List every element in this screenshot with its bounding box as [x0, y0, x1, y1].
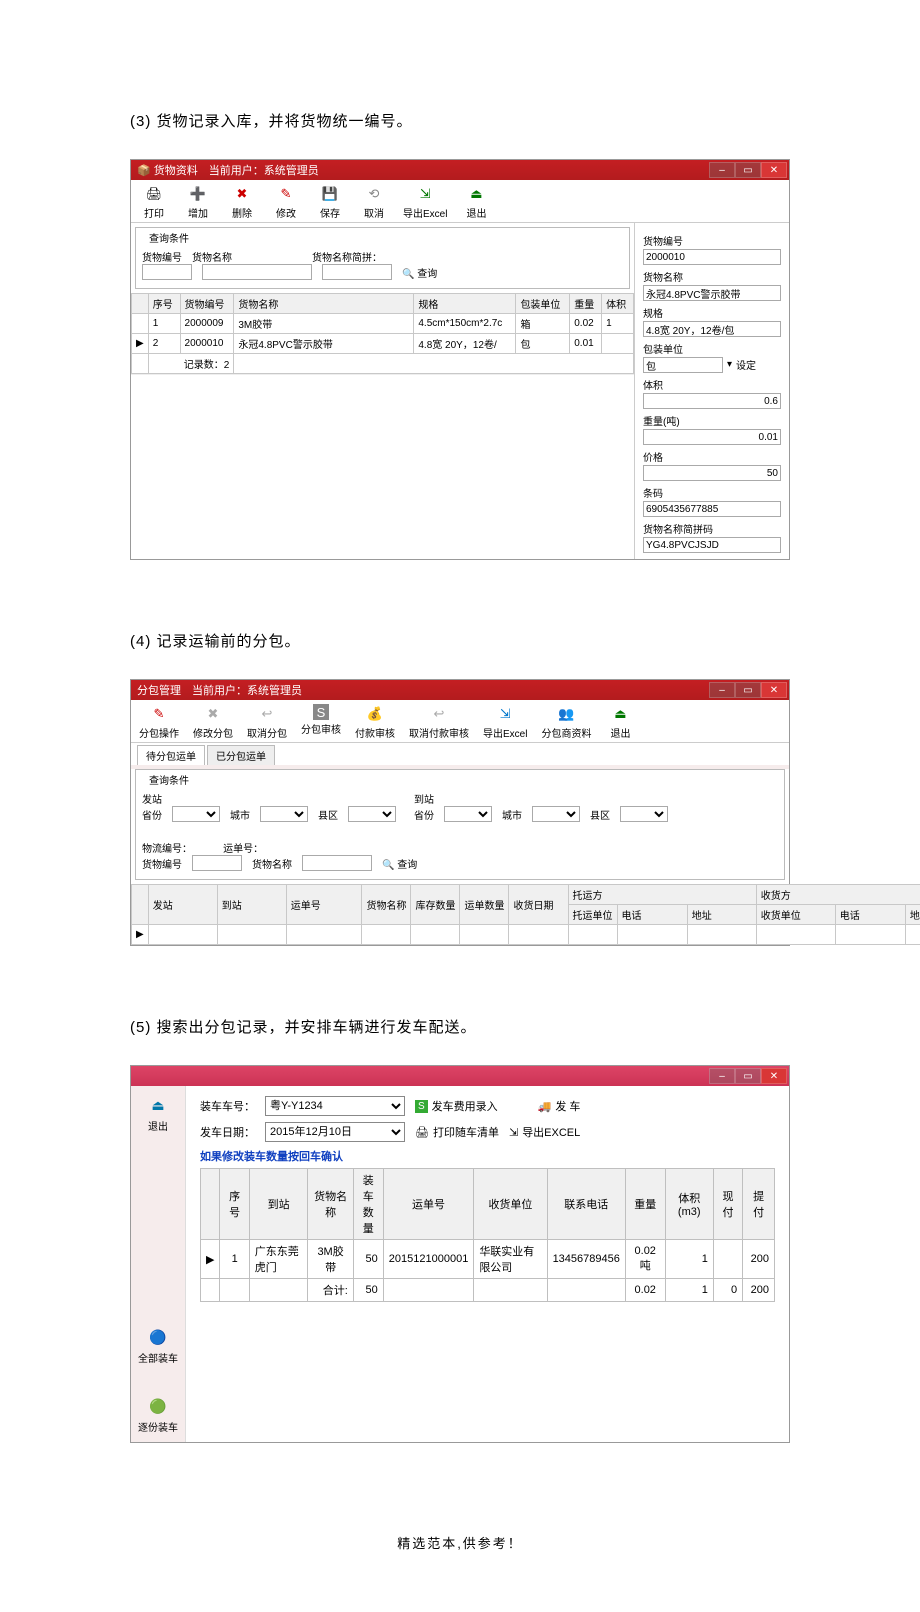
caption-5: (5) 搜索出分包记录，并安排车辆进行发车配送。 [130, 1016, 790, 1037]
table-row[interactable]: ▶22000010 永冠4.8PVC警示胶带4.8宽 20Y，12卷/包 0.0… [132, 334, 634, 354]
legend: 查询条件 [146, 230, 192, 245]
minimize-button[interactable]: – [709, 682, 735, 698]
tb-exit2[interactable]: ⏏退出 [605, 704, 635, 740]
f-spec[interactable] [643, 321, 781, 337]
lbl-pinyin: 货物名称简拼： [312, 249, 382, 264]
detail-form: 货物编号 货物名称 规格 包装单位 ▾ 设定 体积 重量(吨) 价格 条码 [634, 223, 789, 559]
f-weight[interactable] [643, 429, 781, 445]
subpack-table: 发站 到站 运单号 货物名称 库存数量 运单数量 收货日期 托运方 收货方 托运… [131, 884, 920, 945]
tb-pay[interactable]: 💰付款审核 [355, 704, 395, 740]
tb-audit[interactable]: S分包审核 [301, 704, 341, 736]
search-panel: 查询条件 货物编号 货物名称 货物名称简拼： 🔍 查询 [135, 227, 630, 289]
side-exit[interactable]: ⏏退出 [147, 1094, 169, 1133]
table-row[interactable]: ▶1广东东莞虎门 3M胶带502015121000001 华联实业有限公司134… [201, 1240, 775, 1279]
table-row[interactable]: ▶广东佛山南海广东东莞虎门 2015121000003M胶带50 502015/… [132, 925, 920, 945]
f-pinyin[interactable] [643, 537, 781, 553]
tb-mod[interactable]: ✖修改分包 [193, 704, 233, 740]
tb-cancel[interactable]: ⟲取消 [359, 184, 389, 220]
close-button[interactable]: ✕ [761, 162, 787, 178]
f-name[interactable] [643, 285, 781, 301]
titlebar-1: 📦 货物资料 当前用户：系统管理员 – ▭ ✕ [131, 160, 789, 180]
sel-date[interactable]: 2015年12月10日 [265, 1122, 405, 1142]
f-code[interactable] [643, 249, 781, 265]
title-icon: 📦 [137, 164, 151, 177]
sel-cs2[interactable] [532, 806, 580, 822]
toolbar-2: ✎分包操作 ✖修改分包 ↩取消分包 S分包审核 💰付款审核 ↩取消付款审核 ⇲导… [131, 700, 789, 743]
sel-xq1[interactable] [348, 806, 396, 822]
table-row[interactable]: 12000009 3M胶带4.5cm*150cm*2.7c箱 0.021 [132, 314, 634, 334]
tb-vendor[interactable]: 👥分包商资料 [541, 704, 591, 740]
btn-fee[interactable]: S发车费用录入 [415, 1098, 498, 1114]
tb-save[interactable]: 💾保存 [315, 184, 345, 220]
maximize-button[interactable]: ▭ [735, 162, 761, 178]
f-unit[interactable] [643, 357, 723, 373]
tb-cpay[interactable]: ↩取消付款审核 [409, 704, 469, 740]
sum-row: 合计: 50 0.021 0200 [201, 1279, 775, 1302]
tb-export2[interactable]: ⇲导出Excel [483, 704, 527, 740]
tb-add[interactable]: ➕增加 [183, 184, 213, 220]
sel-sf2[interactable] [444, 806, 492, 822]
tb-export[interactable]: ⇲导出Excel [403, 184, 447, 220]
col-unit[interactable]: 包装单位 [516, 294, 570, 314]
caption-4: (4) 记录运输前的分包。 [130, 630, 790, 651]
f-vol[interactable] [643, 393, 781, 409]
caption-3: (3) 货物记录入库，并将货物统一编号。 [130, 110, 790, 131]
btn-dispatch[interactable]: 🚚 发 车 [538, 1098, 581, 1114]
maximize-button[interactable]: ▭ [735, 1068, 761, 1084]
col-spec[interactable]: 规格 [414, 294, 516, 314]
search-panel-2: 查询条件 发站 省份 城市 县区 到站 省份 城市 [135, 769, 785, 880]
close-button[interactable]: ✕ [761, 682, 787, 698]
inp-name[interactable] [202, 264, 312, 280]
lbl-code: 货物编号 [142, 249, 182, 264]
window-goods: 📦 货物资料 当前用户：系统管理员 – ▭ ✕ 🖨打印 ➕增加 ✖删除 ✎修改 … [130, 159, 790, 560]
maximize-button[interactable]: ▭ [735, 682, 761, 698]
tb-cancel[interactable]: ↩取消分包 [247, 704, 287, 740]
tb-print[interactable]: 🖨打印 [139, 184, 169, 220]
minimize-button[interactable]: – [709, 1068, 735, 1084]
window-subpack: 分包管理 当前用户：系统管理员 – ▭ ✕ ✎分包操作 ✖修改分包 ↩取消分包 … [130, 679, 790, 946]
inp-hwbh[interactable] [192, 855, 242, 871]
side-each[interactable]: 🟢逐份装车 [138, 1395, 178, 1434]
sel-xq2[interactable] [620, 806, 668, 822]
inp-code[interactable] [142, 264, 192, 280]
tb-edit[interactable]: ✎修改 [271, 184, 301, 220]
title-text: 货物资料 当前用户：系统管理员 [154, 162, 319, 178]
tb-op[interactable]: ✎分包操作 [139, 704, 179, 740]
tb-exit[interactable]: ⏏退出 [461, 184, 491, 220]
minimize-button[interactable]: – [709, 162, 735, 178]
tab-pending[interactable]: 待分包运单 [137, 745, 205, 765]
btn-export3[interactable]: ⇲ 导出EXCEL [509, 1124, 580, 1140]
col-weight[interactable]: 重量 [570, 294, 602, 314]
sel-vehicle[interactable]: 粤Y-Y1234 [265, 1096, 405, 1116]
search-button[interactable]: 🔍 查询 [402, 265, 437, 280]
dispatch-table: 序号 到站 货物名称 装车 数量 运单号 收货单位 联系电话 重量 体积(m3)… [200, 1168, 775, 1302]
title-text-2: 分包管理 当前用户：系统管理员 [137, 682, 302, 698]
sel-cs1[interactable] [260, 806, 308, 822]
side-panel: ⏏退出 🔵全部装车 🟢逐份装车 [131, 1086, 186, 1442]
tab-done[interactable]: 已分包运单 [207, 745, 275, 765]
inp-pinyin[interactable] [322, 264, 392, 280]
toolbar-1: 🖨打印 ➕增加 ✖删除 ✎修改 💾保存 ⟲取消 ⇲导出Excel ⏏退出 [131, 180, 789, 223]
window-dispatch: – ▭ ✕ ⏏退出 🔵全部装车 🟢逐份装车 装车车号： 粤Y-Y1234 S发车… [130, 1065, 790, 1443]
col-seq[interactable]: 序号 [148, 294, 180, 314]
note: 如果修改装车数量按回车确认 [200, 1148, 775, 1164]
col-vol[interactable]: 体积 [602, 294, 634, 314]
search-button-2[interactable]: 🔍 查询 [382, 856, 417, 871]
sel-sf1[interactable] [172, 806, 220, 822]
page-footer: 精选范本,供参考！ [0, 1533, 920, 1552]
lbl-name: 货物名称 [192, 249, 232, 264]
titlebar-2: 分包管理 当前用户：系统管理员 – ▭ ✕ [131, 680, 789, 700]
f-price[interactable] [643, 465, 781, 481]
f-barcode[interactable] [643, 501, 781, 517]
set-unit-btn[interactable]: 设定 [736, 357, 756, 372]
goods-table: 序号 货物编号 货物名称 规格 包装单位 重量 体积 12000009 3M胶带… [131, 293, 634, 374]
side-all[interactable]: 🔵全部装车 [138, 1326, 178, 1365]
col-name[interactable]: 货物名称 [234, 294, 414, 314]
close-button[interactable]: ✕ [761, 1068, 787, 1084]
count-row: 记录数：2 [132, 354, 634, 374]
btn-print[interactable]: 🖨 打印随车清单 [415, 1124, 499, 1140]
tb-delete[interactable]: ✖删除 [227, 184, 257, 220]
inp-hwmc[interactable] [302, 855, 372, 871]
col-code[interactable]: 货物编号 [180, 294, 234, 314]
